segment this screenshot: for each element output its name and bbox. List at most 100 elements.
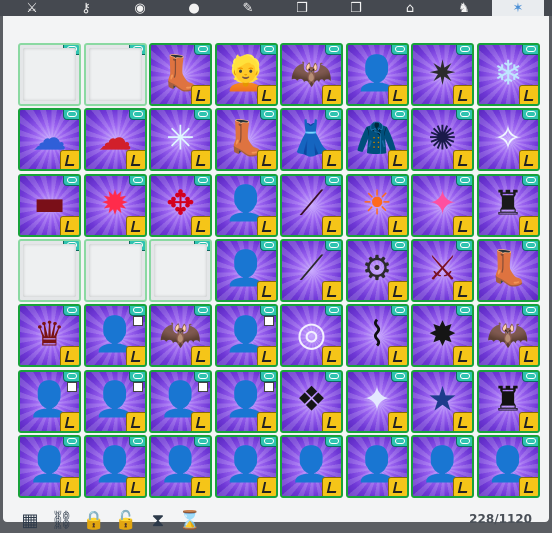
- tab-star[interactable]: ✶: [492, 0, 544, 17]
- inventory-slot[interactable]: ★: [411, 369, 474, 433]
- grid-view-icon: ▦: [21, 509, 39, 531]
- link-icon: [390, 436, 407, 447]
- inventory-slot[interactable]: 👱: [214, 43, 278, 106]
- inventory-slot[interactable]: ⚙: [345, 238, 409, 302]
- inventory-slot[interactable]: 👤: [83, 434, 147, 498]
- inventory-slot[interactable]: 👤: [83, 369, 147, 433]
- link-icon: [325, 45, 341, 55]
- shield-icon: ◉: [134, 0, 146, 16]
- inventory-slot[interactable]: 👤: [280, 434, 343, 498]
- inventory-slot[interactable]: ✸: [411, 304, 474, 368]
- inventory-slot[interactable]: ✥: [149, 173, 212, 237]
- tab-sword[interactable]: ⚔: [6, 0, 58, 16]
- inventory-slot[interactable]: ♛: [18, 304, 81, 368]
- hanger-badge-icon: [518, 150, 538, 170]
- inventory-slot[interactable]: 🦇: [149, 304, 212, 368]
- hanger-badge-icon: [60, 150, 79, 170]
- unlock-button[interactable]: 🔓: [114, 508, 138, 532]
- inventory-slot[interactable]: ⟋: [280, 173, 343, 237]
- inventory-slot[interactable]: ✦: [411, 173, 474, 237]
- inventory-slot[interactable]: 👤: [411, 434, 474, 498]
- lock-button[interactable]: 🔒: [82, 508, 106, 532]
- tab-chair[interactable]: ♞: [438, 0, 490, 16]
- hanger-badge-icon: [60, 411, 79, 431]
- inventory-slot[interactable]: ✺: [411, 108, 474, 172]
- inventory-slot[interactable]: ❖: [280, 369, 343, 433]
- grid-view-button[interactable]: ▦: [18, 508, 42, 532]
- hanger-badge-icon: [125, 150, 145, 170]
- inventory-slot[interactable]: ⟋: [280, 238, 343, 302]
- tab-shield[interactable]: ◉: [114, 0, 166, 16]
- inventory-slot[interactable]: 🦇: [280, 43, 343, 106]
- inventory-slot[interactable]: 👤: [345, 434, 409, 498]
- inventory-slot[interactable]: 🦇: [476, 304, 540, 368]
- hourglass-button[interactable]: ⧗: [146, 508, 170, 532]
- hanger-badge-icon: [453, 85, 472, 104]
- inventory-slot[interactable]: 👢: [149, 43, 212, 106]
- inventory-slot[interactable]: 👢: [476, 238, 540, 302]
- inventory-slot[interactable]: 👤: [149, 434, 212, 498]
- inventory-slot[interactable]: ▬: [18, 173, 81, 237]
- tab-bag[interactable]: ●: [168, 0, 220, 16]
- inventory-slot[interactable]: ☀: [345, 173, 409, 237]
- inventory-slot-empty[interactable]: [18, 43, 81, 106]
- inventory-slot[interactable]: 👤: [476, 434, 540, 498]
- inventory-slot[interactable]: 👤: [214, 304, 278, 368]
- hourglass-filter-button[interactable]: ⌛: [178, 508, 202, 532]
- inventory-slot[interactable]: ✷: [411, 43, 474, 106]
- inventory-slot[interactable]: 👤: [345, 43, 409, 106]
- inventory-slot[interactable]: 🧥: [345, 108, 409, 172]
- hanger-badge-icon: [125, 215, 145, 235]
- inventory-slot[interactable]: 👤: [214, 369, 278, 433]
- hanger-badge-icon: [518, 476, 538, 496]
- link-icon: [325, 306, 341, 317]
- tab-box[interactable]: ❒: [330, 0, 382, 16]
- inventory-slot[interactable]: ✦: [345, 369, 409, 433]
- link-icon: [194, 110, 210, 121]
- link-icon: [456, 436, 472, 447]
- link-icon: [456, 306, 472, 317]
- inventory-slot[interactable]: ✧: [476, 108, 540, 172]
- inventory-slot[interactable]: ✳: [149, 108, 212, 172]
- inventory-slot[interactable]: 👗: [280, 108, 343, 172]
- inventory-slot[interactable]: ⚔: [411, 238, 474, 302]
- inventory-slot-empty[interactable]: [83, 43, 147, 106]
- hourglass-icon: ⧗: [151, 509, 165, 531]
- link-button[interactable]: ⛓: [50, 508, 74, 532]
- inventory-slot-empty[interactable]: [83, 238, 147, 302]
- inventory-slot[interactable]: ❄: [476, 43, 540, 106]
- tab-scroll[interactable]: ✎: [222, 0, 274, 16]
- hanger-badge-icon: [125, 476, 145, 496]
- hanger-badge-icon: [322, 150, 341, 170]
- tab-key[interactable]: ⚷: [60, 0, 112, 16]
- inventory-slot[interactable]: 👤: [83, 304, 147, 368]
- inventory-slot[interactable]: ✹: [83, 173, 147, 237]
- inventory-slot[interactable]: 👤: [214, 238, 278, 302]
- inventory-slot[interactable]: 👤: [149, 369, 212, 433]
- inventory-slot[interactable]: ♜: [476, 173, 540, 237]
- link-icon: [259, 240, 276, 251]
- inventory-slot[interactable]: ◎: [280, 304, 343, 368]
- link-icon: [390, 240, 407, 251]
- inventory-slot[interactable]: 👤: [18, 369, 81, 433]
- inventory-slot[interactable]: ☁: [83, 108, 147, 172]
- inventory-slot[interactable]: 👤: [214, 173, 278, 237]
- inventory-slot-empty[interactable]: [18, 238, 81, 302]
- inventory-slot[interactable]: ☁: [18, 108, 81, 172]
- inventory-slot[interactable]: 👢: [214, 108, 278, 172]
- link-icon: [390, 110, 407, 121]
- link-icon: [259, 371, 276, 382]
- inventory-slot[interactable]: ⌇: [345, 304, 409, 368]
- inventory-slot[interactable]: 👤: [214, 434, 278, 498]
- inventory-slot[interactable]: ♜: [476, 369, 540, 433]
- inventory-slot-empty[interactable]: [149, 238, 212, 302]
- tab-house[interactable]: ⌂: [384, 0, 436, 16]
- inventory-slot[interactable]: 👤: [18, 434, 81, 498]
- item-flag-icon: [132, 381, 143, 392]
- hanger-badge-icon: [453, 215, 472, 235]
- hanger-badge-icon: [191, 346, 210, 366]
- link-icon: [521, 45, 538, 55]
- link-icon: [128, 306, 145, 317]
- unlock-icon: 🔓: [114, 509, 138, 531]
- tab-cube[interactable]: ❒: [276, 0, 328, 16]
